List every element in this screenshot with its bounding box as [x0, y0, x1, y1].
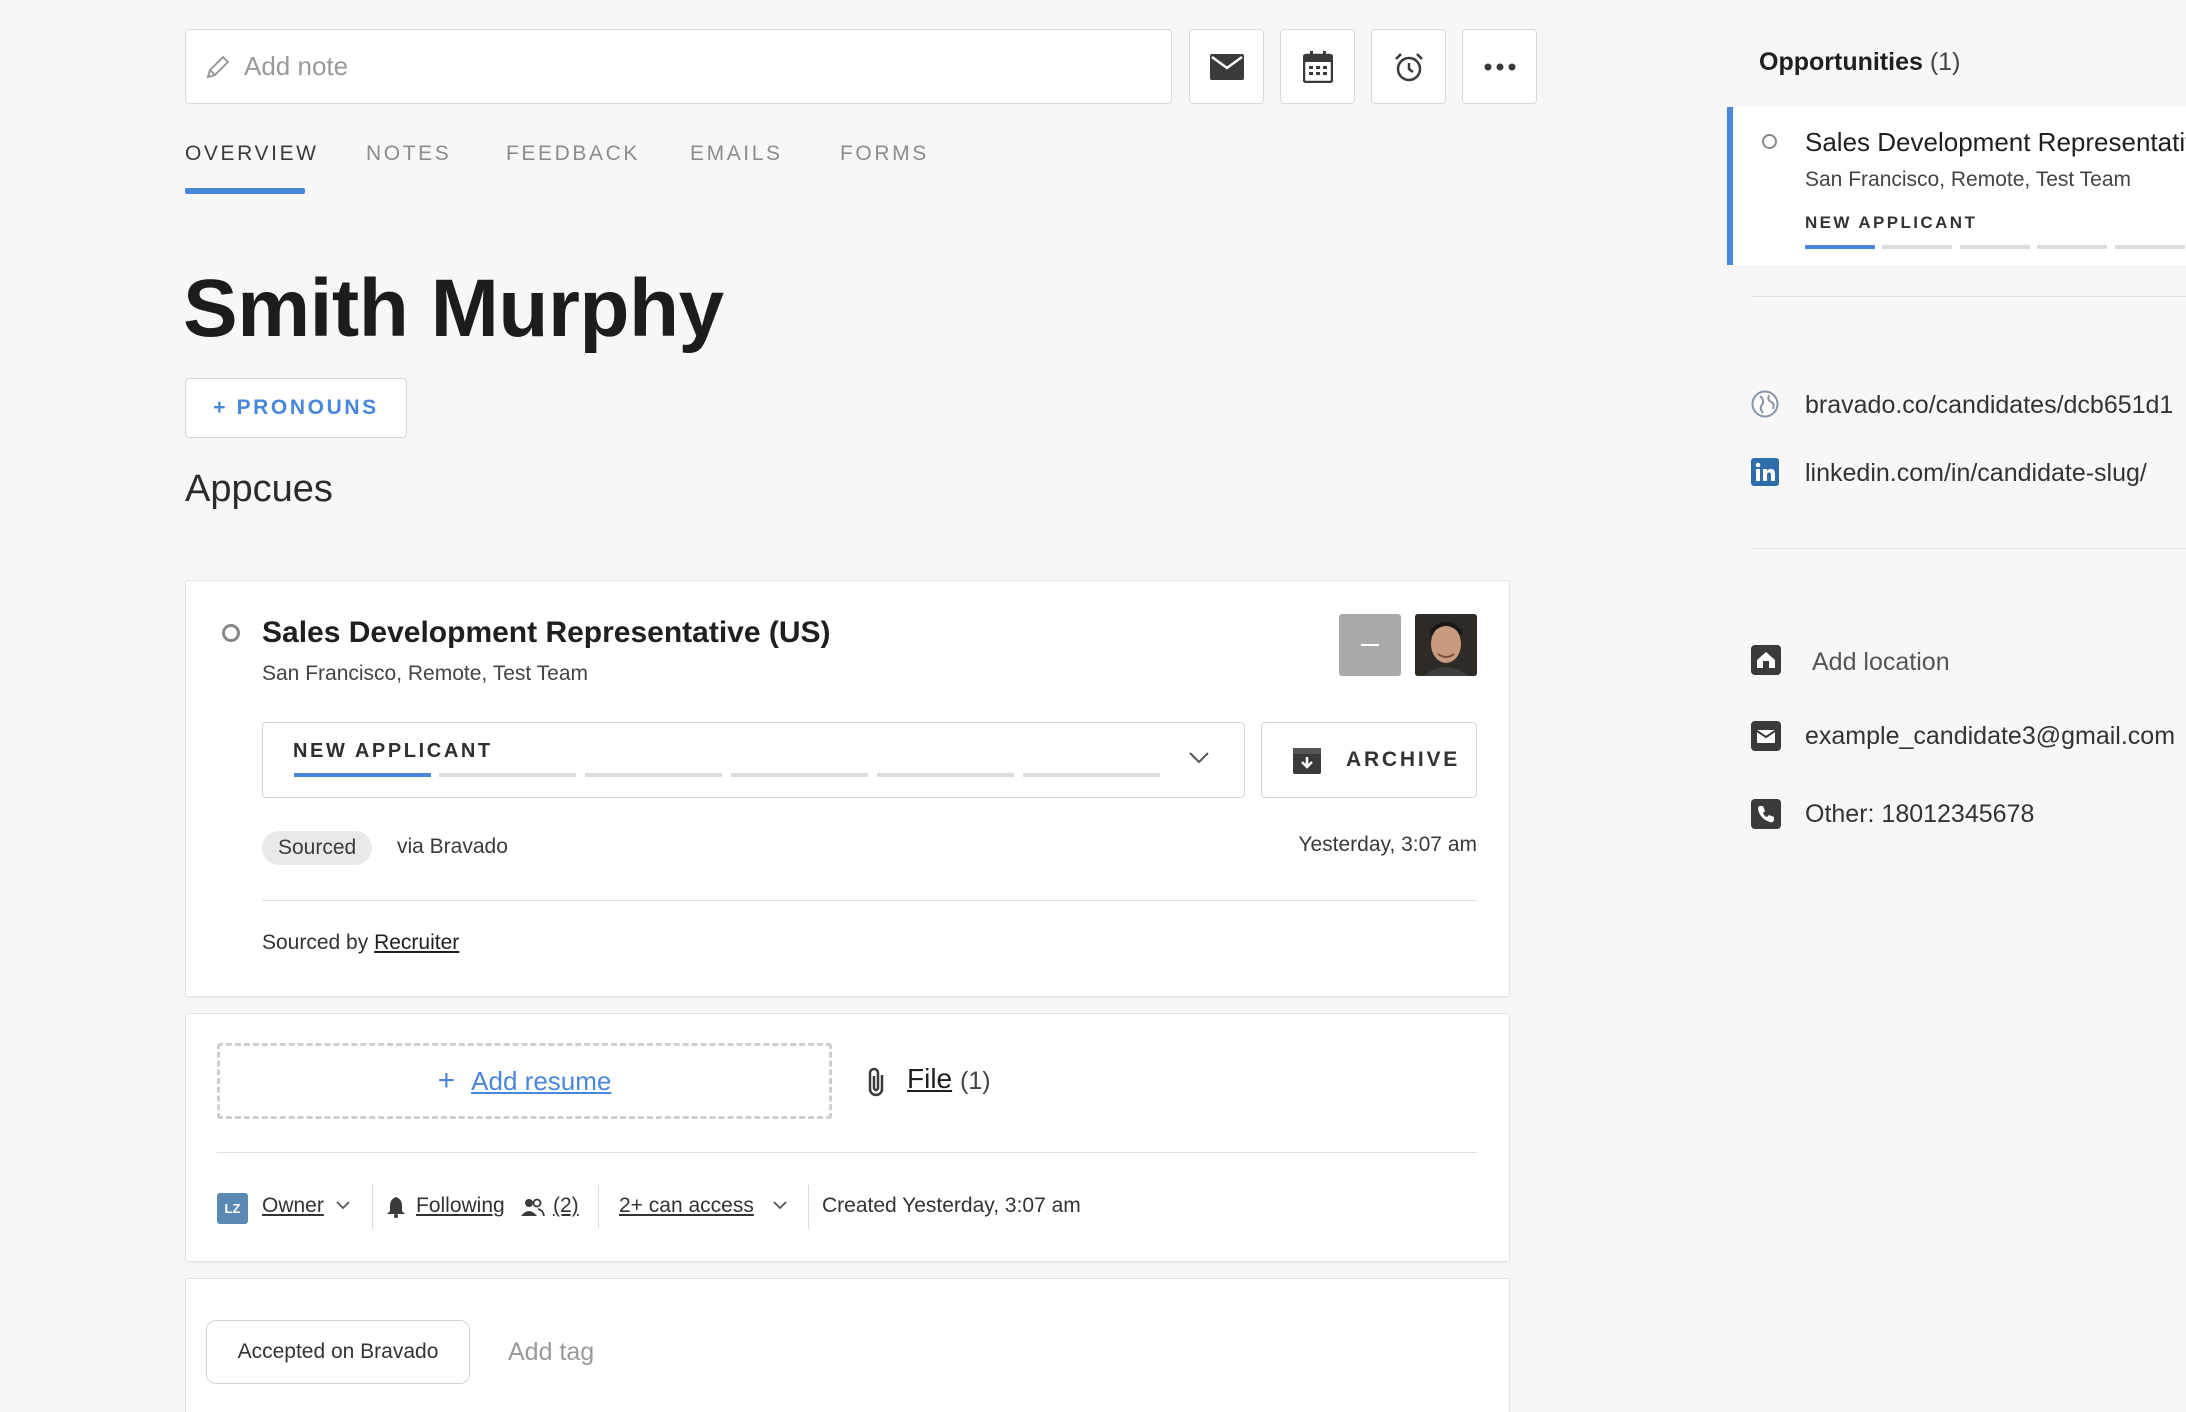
- stage-progress-segment: [1805, 245, 1875, 249]
- opportunities-count: (1): [1929, 48, 1961, 76]
- stage-progress-segment: [2037, 245, 2107, 249]
- phone-number[interactable]: Other: 18012345678: [1805, 800, 2034, 829]
- stage-progress-segment: [585, 773, 722, 777]
- add-note-placeholder: Add note: [244, 51, 349, 81]
- divider: [1751, 296, 2186, 297]
- archive-button[interactable]: ARCHIVE: [1261, 722, 1477, 798]
- separator: [808, 1185, 809, 1229]
- sourced-by-link[interactable]: Recruiter: [374, 931, 459, 954]
- home-icon: [1751, 645, 1781, 675]
- created-timestamp: Created Yesterday, 3:07 am: [822, 1194, 1081, 1217]
- status-circle-icon: [222, 624, 240, 642]
- source-via: via Bravado: [397, 835, 508, 858]
- phone-icon: [1751, 799, 1781, 829]
- avatar-placeholder[interactable]: [1339, 614, 1401, 676]
- email-button[interactable]: [1189, 29, 1264, 104]
- add-location-input[interactable]: Add location: [1812, 648, 1950, 677]
- stage-progress-segment: [294, 773, 431, 777]
- stage-progress-segment: [1960, 245, 2030, 249]
- file-link[interactable]: File: [907, 1063, 952, 1095]
- tab-notes[interactable]: NOTES: [366, 142, 451, 166]
- add-pronouns-button[interactable]: + PRONOUNS: [185, 378, 407, 438]
- avatar[interactable]: [1415, 614, 1477, 676]
- linkedin-link[interactable]: linkedin.com/in/candidate-slug/: [1805, 459, 2147, 488]
- add-resume-button[interactable]: + Add resume: [217, 1043, 832, 1119]
- owner-dropdown[interactable]: Owner: [262, 1194, 324, 1218]
- separator: [598, 1185, 599, 1229]
- more-icon: [1484, 63, 1516, 71]
- stage-label: NEW APPLICANT: [293, 740, 493, 762]
- tab-feedback[interactable]: FEEDBACK: [506, 142, 640, 166]
- tag-item[interactable]: Accepted on Bravado: [206, 1320, 470, 1384]
- pencil-icon: [204, 53, 232, 81]
- tab-emails[interactable]: EMAILS: [690, 142, 783, 166]
- source-badge: Sourced: [262, 831, 373, 865]
- tab-overview[interactable]: OVERVIEW: [185, 142, 319, 166]
- candidate-company: Appcues: [185, 468, 333, 510]
- paperclip-icon: [864, 1066, 890, 1098]
- opportunities-heading: Opportunities (1): [1759, 48, 1960, 77]
- add-tag-input[interactable]: Add tag: [508, 1338, 594, 1367]
- followers-icon: [521, 1198, 545, 1216]
- active-tab-indicator: [185, 188, 305, 194]
- chevron-down-icon: [1188, 751, 1210, 764]
- globe-icon: [1751, 390, 1781, 420]
- more-button[interactable]: [1462, 29, 1537, 104]
- following-toggle[interactable]: Following: [416, 1194, 505, 1218]
- owner-avatar: LZ: [217, 1193, 248, 1224]
- archive-icon: [1292, 745, 1322, 775]
- add-note-input[interactable]: Add note: [185, 29, 1172, 104]
- mail-icon: [1751, 721, 1781, 751]
- archive-label: ARCHIVE: [1346, 748, 1461, 771]
- stage-progress-segment: [439, 773, 576, 777]
- sourced-by: Sourced by Recruiter: [262, 931, 459, 955]
- website-link[interactable]: bravado.co/candidates/dcb651d1: [1805, 391, 2173, 420]
- reminder-button[interactable]: [1371, 29, 1446, 104]
- opportunity-title[interactable]: Sales Development Representative (US): [262, 616, 831, 650]
- sidebar-opportunity-subtitle: San Francisco, Remote, Test Team: [1805, 168, 2132, 191]
- sidebar-stage-label: NEW APPLICANT: [1805, 213, 1978, 232]
- stage-progress-segment: [877, 773, 1014, 777]
- stage-progress-segment: [1882, 245, 1952, 249]
- access-dropdown[interactable]: 2+ can access: [619, 1194, 754, 1218]
- candidate-name: Smith Murphy: [183, 263, 724, 354]
- chevron-down-icon: [336, 1201, 350, 1210]
- linkedin-icon: [1751, 458, 1781, 488]
- alarm-icon: [1393, 51, 1425, 83]
- file-count: (1): [960, 1067, 991, 1095]
- opportunity-subtitle: San Francisco, Remote, Test Team: [262, 662, 589, 685]
- stage-progress-segment: [1023, 773, 1160, 777]
- plus-icon: +: [437, 1064, 456, 1097]
- status-circle-icon: [1762, 134, 1777, 149]
- followers-count[interactable]: (2): [553, 1194, 579, 1218]
- divider: [1751, 548, 2186, 549]
- opportunities-label: Opportunities: [1759, 48, 1923, 76]
- mail-icon: [1209, 53, 1244, 80]
- divider: [262, 900, 1477, 901]
- bell-icon: [386, 1196, 406, 1218]
- calendar-icon: [1302, 50, 1333, 83]
- separator: [372, 1185, 373, 1229]
- tab-forms[interactable]: FORMS: [840, 142, 929, 166]
- opportunity-timestamp: Yesterday, 3:07 am: [1298, 833, 1477, 856]
- stage-progress-segment: [2115, 245, 2185, 249]
- add-resume-label: Add resume: [471, 1065, 612, 1096]
- stage-progress-segment: [731, 773, 868, 777]
- chevron-down-icon: [773, 1201, 787, 1210]
- schedule-button[interactable]: [1280, 29, 1355, 104]
- sourced-by-prefix: Sourced by: [262, 931, 369, 954]
- divider: [217, 1152, 1477, 1153]
- sidebar-opportunity-title[interactable]: Sales Development Representative (US): [1805, 127, 2186, 158]
- email-address[interactable]: example_candidate3@gmail.com: [1805, 722, 2175, 751]
